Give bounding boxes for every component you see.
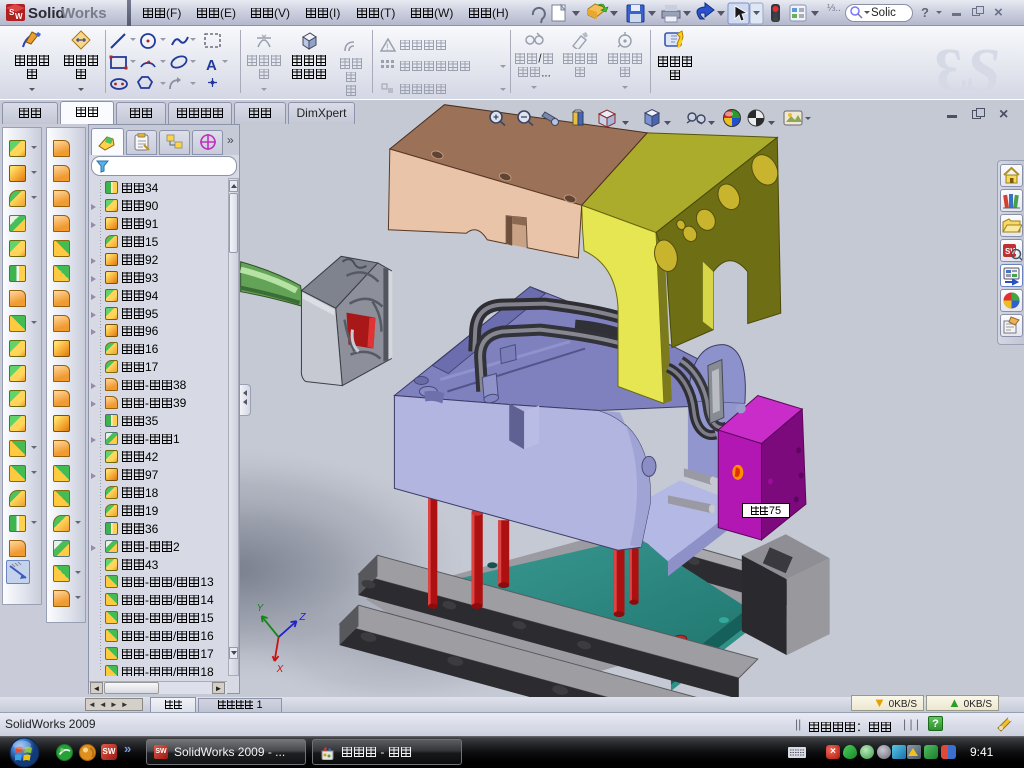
svg-text:A: A bbox=[206, 57, 217, 74]
svg-text:Z: Z bbox=[299, 612, 307, 623]
svg-text:Solid: Solid bbox=[28, 5, 65, 22]
svg-text:Works: Works bbox=[61, 5, 107, 22]
svg-text:X: X bbox=[276, 664, 284, 675]
svg-text:!: ! bbox=[386, 42, 389, 52]
svg-text:W: W bbox=[15, 12, 23, 21]
